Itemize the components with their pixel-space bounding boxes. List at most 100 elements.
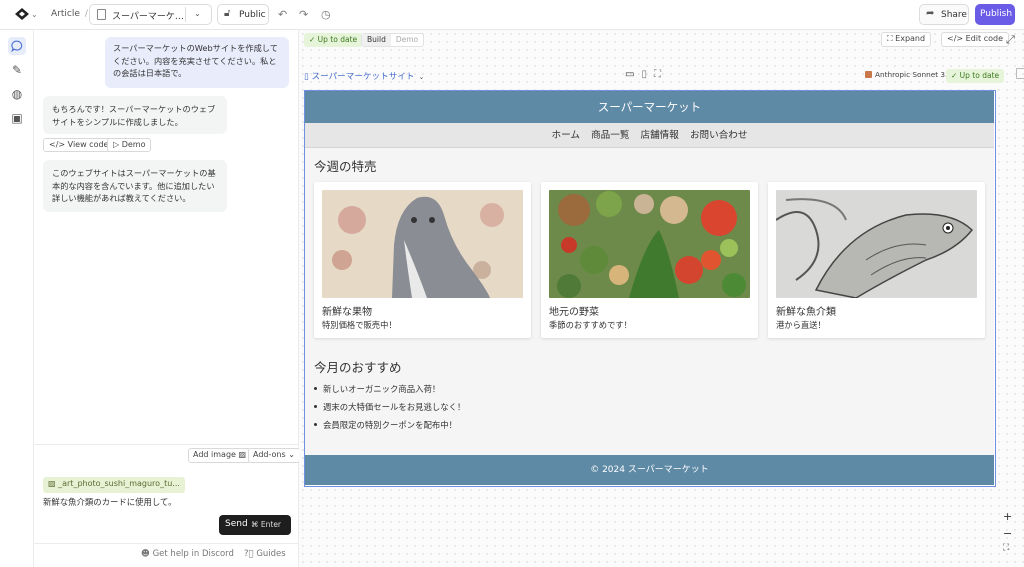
view-code-button[interactable]: </> View code — [43, 138, 115, 152]
visibility-label: Public — [239, 10, 266, 20]
tab-demo[interactable]: Demo — [391, 34, 423, 46]
mobile-icon[interactable]: ▯ — [641, 69, 647, 80]
bullet — [314, 387, 317, 390]
divider — [185, 7, 186, 22]
list-item: 会員限定の特別クーポンを配布中！ — [314, 416, 914, 434]
model-name: Anthropic Sonnet 3.5 — [875, 70, 953, 79]
device-toggle: ▭ ▯ ⛶ — [625, 69, 668, 80]
logo-icon[interactable] — [14, 7, 30, 21]
card-description: 港から直送！ — [776, 320, 826, 330]
mode-tabs: Build Demo — [361, 33, 425, 47]
fit-view-icon[interactable]: ⛶ — [1003, 543, 1009, 553]
card-title: 新鮮な魚介類 — [776, 307, 836, 318]
left-rail: ✎ ◍ ▣ — [0, 30, 34, 567]
bullet — [314, 423, 317, 426]
add-image-button[interactable]: Add image ▨ — [188, 448, 252, 463]
demo-button[interactable]: ▷ Demo — [107, 138, 152, 152]
code-icon: </> — [49, 140, 68, 149]
tab-build[interactable]: Build — [362, 34, 391, 46]
site-main: 今週の特売 新鮮な果物 特別価格で販売中！ 地元の野菜 季節のおすすめです！ 新… — [305, 148, 994, 455]
share-label: Share — [941, 10, 967, 20]
publish-label: Publish — [980, 9, 1013, 19]
chevron-down-icon[interactable]: ⌄ — [194, 9, 201, 18]
list-item: 新しいオーガニック商品入荷！ — [314, 380, 914, 398]
preview-title: スーパーマーケットサイト — [311, 72, 415, 82]
unlock-icon: 🔓︎ — [224, 8, 231, 19]
breadcrumb: Article / — [51, 9, 88, 19]
list-item-text: 新しいオーガニック商品入荷！ — [323, 384, 441, 394]
demo-label: Demo — [121, 140, 146, 149]
fruit-card-image — [322, 190, 523, 298]
document-title: スーパーマーケ… — [112, 12, 184, 22]
user-message: スーパーマーケットのWebサイトを作成してください。内容を充実させてください。私… — [105, 37, 289, 88]
resize-icon[interactable]: ⛶ — [654, 69, 661, 80]
chevron-down-icon[interactable]: ⌄ — [31, 10, 38, 19]
discord-help-link[interactable]: ☻ Get help in Discord — [141, 549, 234, 559]
bullet — [314, 405, 317, 408]
share-icon: ➦ — [926, 8, 935, 19]
assistant-message: このウェブサイトはスーパーマーケットの基本的な内容を含んでいます。他に追加したい… — [43, 160, 227, 212]
nav-stores[interactable]: 店舗情報 — [641, 130, 679, 141]
document-icon[interactable] — [1016, 68, 1024, 79]
attachment-chip[interactable]: ▨ _art_photo_sushi_maguro_tu... — [43, 477, 185, 493]
help-icon: ?⃝ — [244, 549, 257, 559]
send-label: Send — [225, 519, 248, 529]
zoom-in-icon[interactable]: + — [1003, 510, 1012, 523]
fullscreen-icon[interactable]: ⤢ — [1006, 33, 1015, 47]
document-selector[interactable]: スーパーマーケ… ⌄ — [89, 4, 212, 25]
preview-canvas: ✓ Up to date Build Demo ⛶ Expand </> Edit… — [299, 30, 1024, 567]
edit-code-label: Edit code — [965, 34, 1003, 43]
list-item-text: 週末の大特価セールをお見逃しなく！ — [323, 402, 466, 412]
model-status-badge: ✓ Up to date — [946, 69, 1005, 83]
view-code-label: View code — [67, 140, 109, 149]
divider — [34, 543, 299, 544]
model-badge: Anthropic Sonnet 3.5 — [865, 70, 952, 83]
image-icon[interactable]: ▣ — [8, 109, 26, 127]
chat-panel: スーパーマーケットのWebサイトを作成してください。内容を充実させてください。私… — [34, 30, 300, 567]
nav-contact[interactable]: お問い合わせ — [690, 130, 748, 141]
zoom-out-icon[interactable]: − — [1003, 527, 1012, 540]
history-icon[interactable]: ◷ — [321, 8, 331, 21]
add-image-label: Add image — [193, 450, 236, 459]
edit-icon[interactable]: ✎ — [8, 61, 26, 79]
guides-link[interactable]: ?⃝ Guides — [244, 549, 286, 559]
status-badge: ✓ Up to date — [304, 33, 363, 47]
chat-icon[interactable] — [8, 37, 26, 55]
discord-icon: ☻ — [141, 549, 153, 559]
share-button[interactable]: ➦ Share — [919, 4, 969, 25]
chat-input[interactable]: 新鮮な魚介類のカードに使用して。 — [43, 496, 177, 508]
document-icon — [97, 9, 106, 20]
breadcrumb-separator: / — [84, 9, 88, 19]
redo-icon[interactable]: ↷ — [299, 8, 308, 21]
expand-button[interactable]: ⛶ Expand — [881, 32, 932, 47]
undo-icon[interactable]: ↶ — [278, 8, 287, 21]
guides-label: Guides — [256, 549, 286, 559]
desktop-icon[interactable]: ▭ — [625, 69, 634, 80]
nav-products[interactable]: 商品一覧 — [591, 130, 629, 141]
palette-icon[interactable]: ◍ — [8, 85, 26, 103]
site-nav: ホーム 商品一覧 店舗情報 お問い合わせ — [305, 123, 994, 148]
image-file-icon: ▨ — [48, 479, 59, 488]
publish-button[interactable]: Publish — [975, 4, 1015, 25]
status-label: Up to date — [317, 35, 358, 44]
send-button[interactable]: Send ⌘ Enter — [219, 515, 291, 535]
specials-heading: 今週の特売 — [314, 159, 377, 174]
card-title: 地元の野菜 — [549, 307, 599, 318]
visibility-button[interactable]: 🔓︎ Public — [217, 4, 269, 25]
product-card: 新鮮な魚介類 港から直送！ — [768, 182, 985, 338]
site-footer: © 2024 スーパーマーケット — [305, 455, 994, 485]
nav-home[interactable]: ホーム — [552, 130, 581, 141]
image-icon: ▨ — [238, 450, 247, 459]
edit-code-button[interactable]: </> Edit code — [941, 32, 1009, 47]
breadcrumb-article[interactable]: Article — [51, 9, 80, 19]
seafood-card-image — [776, 190, 977, 298]
recommend-heading: 今月のおすすめ — [314, 360, 402, 375]
vegetables-card-image — [549, 190, 750, 298]
play-icon: ▷ — [113, 140, 122, 149]
card-title: 新鮮な果物 — [322, 307, 372, 318]
preview-title-selector[interactable]: ▯ スーパーマーケットサイト ⌄ — [304, 70, 424, 82]
send-shortcut: ⌘ Enter — [251, 520, 282, 529]
site-header: スーパーマーケット — [305, 91, 994, 123]
expand-icon: ⛶ — [887, 34, 896, 43]
add-ons-dropdown[interactable]: Add-ons ⌄ — [248, 448, 300, 463]
